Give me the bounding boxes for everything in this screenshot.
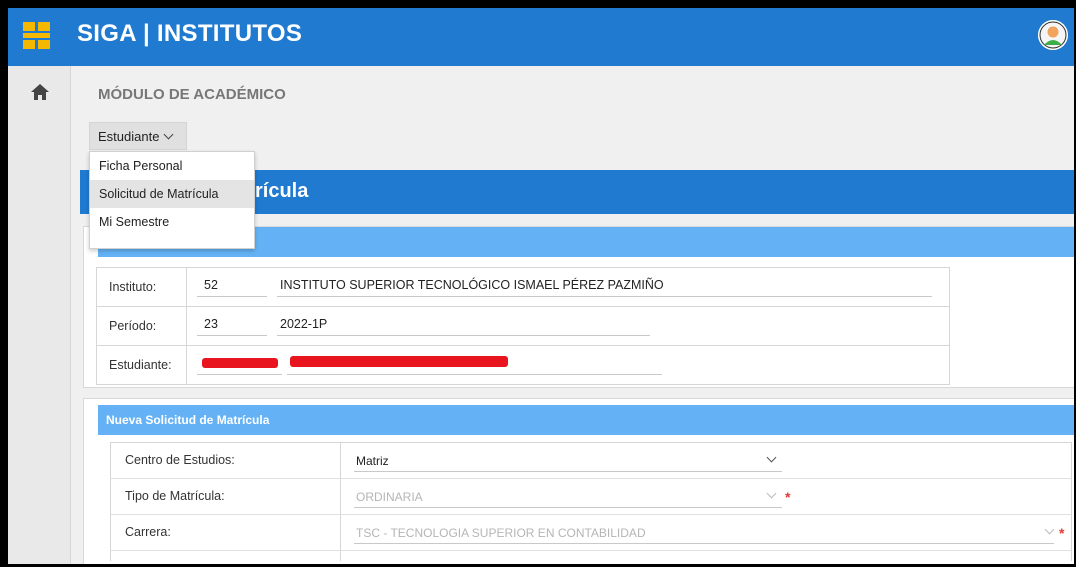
page-title: rícula	[255, 180, 309, 202]
form-row-tipo: Tipo de Matrícula: ORDINARIA *	[110, 479, 1072, 515]
centro-select-underline	[354, 471, 782, 472]
carrera-select-value[interactable]: TSC - TECNOLOGIA SUPERIOR EN CONTABILIDA…	[356, 526, 646, 540]
home-icon[interactable]	[30, 82, 50, 102]
partial-label-cell	[111, 551, 341, 561]
periodo-name-underline	[277, 335, 650, 336]
chevron-down-icon[interactable]	[766, 488, 777, 499]
student-name-underline	[287, 374, 662, 375]
carrera-select-underline	[354, 543, 1054, 544]
info-table: Instituto: 52 INSTITUTO SUPERIOR TECNOLÓ…	[96, 267, 950, 385]
estudiante-dropdown-menu: Ficha Personal Solicitud de Matrícula Mi…	[89, 151, 255, 249]
info-row-periodo: Período: 23 2022-1P	[97, 307, 949, 346]
chevron-down-icon[interactable]	[766, 452, 777, 463]
estudiante-menu-button[interactable]: Estudiante	[89, 122, 187, 150]
instituto-code-underline	[197, 296, 267, 297]
periodo-name: 2022-1P	[280, 317, 328, 331]
periodo-label: Período:	[97, 307, 187, 345]
form-row-partial	[110, 551, 1072, 561]
estudiante-label: Estudiante:	[97, 346, 187, 384]
tipo-label: Tipo de Matrícula:	[111, 479, 341, 514]
enrollment-form: Centro de Estudios: Matriz Tipo de Matrí…	[110, 442, 1072, 561]
periodo-code: 23	[204, 317, 218, 331]
redacted-student-id	[202, 358, 278, 368]
menu-item-ficha-personal[interactable]: Ficha Personal	[90, 152, 254, 180]
instituto-label: Instituto:	[97, 268, 187, 306]
section-title: Nueva Solicitud de Matrícula	[106, 413, 270, 427]
chevron-down-icon	[163, 129, 174, 140]
required-asterisk: *	[785, 489, 791, 505]
side-nav	[8, 66, 71, 564]
info-row-estudiante: Estudiante:	[97, 346, 949, 384]
periodo-code-underline	[197, 335, 267, 336]
instituto-code: 52	[204, 278, 218, 292]
info-row-instituto: Instituto: 52 INSTITUTO SUPERIOR TECNOLÓ…	[97, 268, 949, 307]
app-title: SIGA | INSTITUTOS	[77, 20, 303, 47]
menu-item-mi-semestre[interactable]: Mi Semestre	[90, 208, 254, 236]
tipo-select-value[interactable]: ORDINARIA	[356, 490, 423, 504]
app-logo-icon[interactable]	[23, 22, 51, 50]
instituto-name: INSTITUTO SUPERIOR TECNOLÓGICO ISMAEL PÉ…	[280, 278, 664, 292]
required-asterisk: *	[1059, 525, 1065, 541]
panel-header: Nueva Solicitud de Matrícula	[98, 405, 1074, 435]
module-title: MÓDULO DE ACADÉMICO	[98, 86, 286, 103]
form-row-centro: Centro de Estudios: Matriz	[110, 443, 1072, 479]
user-avatar-icon[interactable]	[1038, 20, 1068, 50]
menu-item-solicitud-matricula[interactable]: Solicitud de Matrícula	[90, 180, 254, 208]
instituto-name-underline	[277, 296, 932, 297]
centro-label: Centro de Estudios:	[111, 443, 341, 478]
chevron-down-icon[interactable]	[1044, 524, 1055, 535]
student-id-underline	[197, 374, 282, 375]
form-row-carrera: Carrera: TSC - TECNOLOGIA SUPERIOR EN CO…	[110, 515, 1072, 551]
institution-info-panel: Instituto: 52 INSTITUTO SUPERIOR TECNOLÓ…	[83, 226, 1074, 388]
redacted-student-name	[290, 356, 508, 367]
centro-select-value[interactable]: Matriz	[356, 454, 389, 468]
tipo-select-underline	[354, 507, 782, 508]
menu-button-label: Estudiante	[98, 129, 160, 144]
app-frame: SIGA | INSTITUTOS MÓDULO DE ACADÉMICO Es…	[8, 8, 1074, 564]
top-navbar: SIGA | INSTITUTOS	[8, 8, 1074, 66]
new-enrollment-panel: Nueva Solicitud de Matrícula Centro de E…	[83, 398, 1074, 564]
carrera-label: Carrera:	[111, 515, 341, 550]
